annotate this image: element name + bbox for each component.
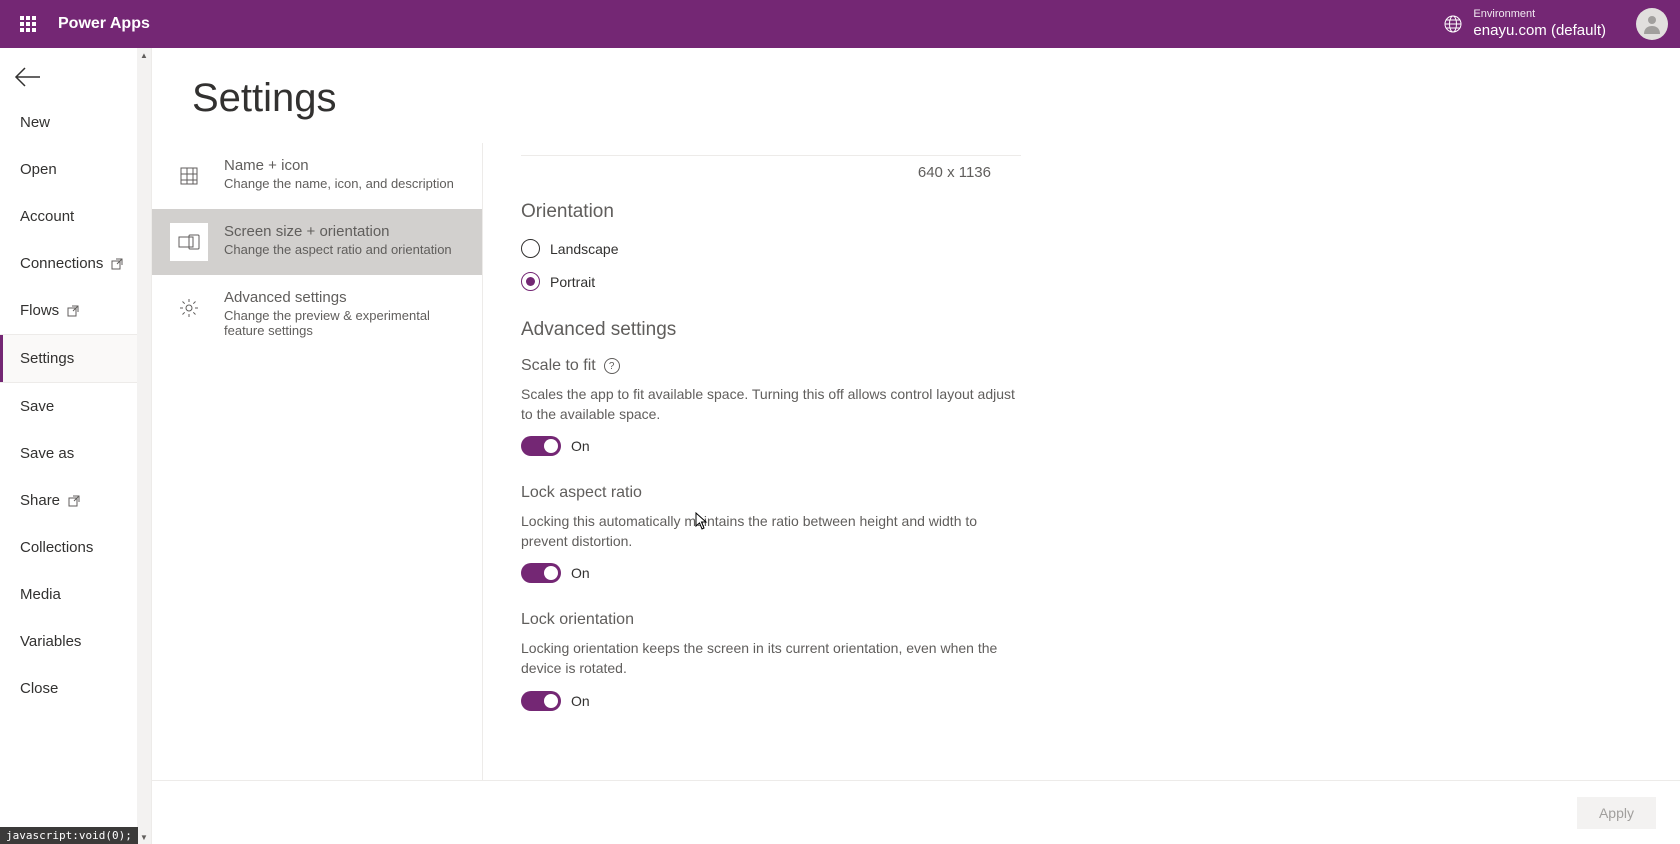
nav-label: Save — [20, 398, 54, 415]
app-header: Power Apps Environment enayu.com (defaul… — [0, 0, 1680, 48]
tab-title: Advanced settings — [224, 289, 464, 306]
nav-label: Flows — [20, 302, 59, 319]
advanced-heading: Advanced settings — [521, 319, 1021, 341]
gear-icon — [170, 289, 208, 327]
nav-flows[interactable]: Flows — [0, 287, 151, 334]
back-button[interactable] — [0, 48, 151, 99]
tab-name-icon[interactable]: Name + icon Change the name, icon, and d… — [152, 143, 482, 209]
popout-icon — [111, 258, 123, 270]
nav-label: Account — [20, 208, 74, 225]
nav-new[interactable]: New — [0, 99, 151, 146]
nav-share[interactable]: Share — [0, 477, 151, 524]
environment-label: Environment — [1473, 8, 1606, 21]
nav-label: Share — [20, 492, 60, 509]
nav-label: Settings — [20, 350, 74, 367]
settings-tabs: Name + icon Change the name, icon, and d… — [152, 143, 482, 780]
browser-status-bar: javascript:void(0); — [0, 827, 138, 844]
nav-save[interactable]: Save — [0, 383, 151, 430]
nav-media[interactable]: Media — [0, 571, 151, 618]
radio-label: Landscape — [550, 241, 619, 257]
scroll-up-icon: ▲ — [140, 48, 148, 62]
scale-to-fit-desc: Scales the app to fit available space. T… — [521, 385, 1021, 424]
tab-desc: Change the aspect ratio and orientation — [224, 242, 452, 257]
nav-collections[interactable]: Collections — [0, 524, 151, 571]
device-icon — [170, 223, 208, 261]
screen-dimensions: 640 x 1136 — [501, 164, 1001, 181]
nav-account[interactable]: Account — [0, 193, 151, 240]
nav-label: New — [20, 114, 50, 131]
nav-connections[interactable]: Connections — [0, 240, 151, 287]
setting-title: Scale to fit — [521, 357, 596, 375]
nav-save-as[interactable]: Save as — [0, 430, 151, 477]
radio-portrait[interactable]: Portrait — [521, 272, 1021, 291]
scale-to-fit-toggle[interactable] — [521, 436, 561, 456]
sidebar-scrollbar[interactable]: ▲ ▼ — [137, 48, 151, 844]
nav-label: Variables — [20, 633, 81, 650]
nav-open[interactable]: Open — [0, 146, 151, 193]
tab-screen-size[interactable]: Screen size + orientation Change the asp… — [152, 209, 482, 275]
waffle-icon — [20, 16, 36, 32]
lock-aspect-heading: Lock aspect ratio — [521, 484, 1021, 502]
tab-title: Screen size + orientation — [224, 223, 452, 240]
scale-to-fit-heading: Scale to fit ? — [521, 357, 1021, 375]
tab-advanced[interactable]: Advanced settings Change the preview & e… — [152, 275, 482, 352]
toggle-state: On — [571, 693, 590, 709]
radio-landscape[interactable]: Landscape — [521, 239, 1021, 258]
nav-label: Media — [20, 586, 61, 603]
nav-close[interactable]: Close — [0, 665, 151, 712]
lock-orientation-desc: Locking orientation keeps the screen in … — [521, 639, 1021, 678]
apply-button[interactable]: Apply — [1577, 797, 1656, 829]
lock-aspect-toggle[interactable] — [521, 563, 561, 583]
nav-label: Collections — [20, 539, 93, 556]
help-icon[interactable]: ? — [604, 358, 620, 374]
radio-label: Portrait — [550, 274, 595, 290]
lock-aspect-desc: Locking this automatically maintains the… — [521, 512, 1021, 551]
person-icon — [1640, 12, 1664, 36]
brand-title: Power Apps — [58, 15, 150, 33]
environment-picker[interactable]: Environment enayu.com (default) — [1443, 8, 1606, 39]
toggle-state: On — [571, 565, 590, 581]
settings-panel: 640 x 1136 Orientation Landscape Portrai… — [482, 143, 1680, 780]
lock-orientation-toggle[interactable] — [521, 691, 561, 711]
lock-orientation-heading: Lock orientation — [521, 611, 1021, 629]
tab-desc: Change the name, icon, and description — [224, 176, 454, 191]
nav-settings[interactable]: Settings — [0, 335, 151, 382]
page-title: Settings — [152, 48, 1680, 143]
environment-name: enayu.com (default) — [1473, 22, 1606, 40]
tab-desc: Change the preview & experimental featur… — [224, 308, 464, 338]
radio-icon — [521, 239, 540, 258]
nav-label: Open — [20, 161, 57, 178]
scroll-down-icon: ▼ — [140, 830, 148, 844]
globe-icon — [1443, 14, 1463, 34]
orientation-heading: Orientation — [521, 201, 1021, 223]
nav-label: Close — [20, 680, 58, 697]
tab-title: Name + icon — [224, 157, 454, 174]
arrow-left-icon — [14, 66, 42, 88]
popout-icon — [68, 495, 80, 507]
user-avatar[interactable] — [1636, 8, 1668, 40]
radio-icon — [521, 272, 540, 291]
popout-icon — [67, 305, 79, 317]
app-icon-icon — [170, 157, 208, 195]
toggle-state: On — [571, 438, 590, 454]
left-sidebar: New Open Account Connections Flows Setti… — [0, 48, 152, 844]
app-launcher-button[interactable] — [12, 8, 44, 40]
nav-label: Save as — [20, 445, 74, 462]
nav-label: Connections — [20, 255, 103, 272]
nav-variables[interactable]: Variables — [0, 618, 151, 665]
panel-footer: Apply — [152, 780, 1680, 844]
